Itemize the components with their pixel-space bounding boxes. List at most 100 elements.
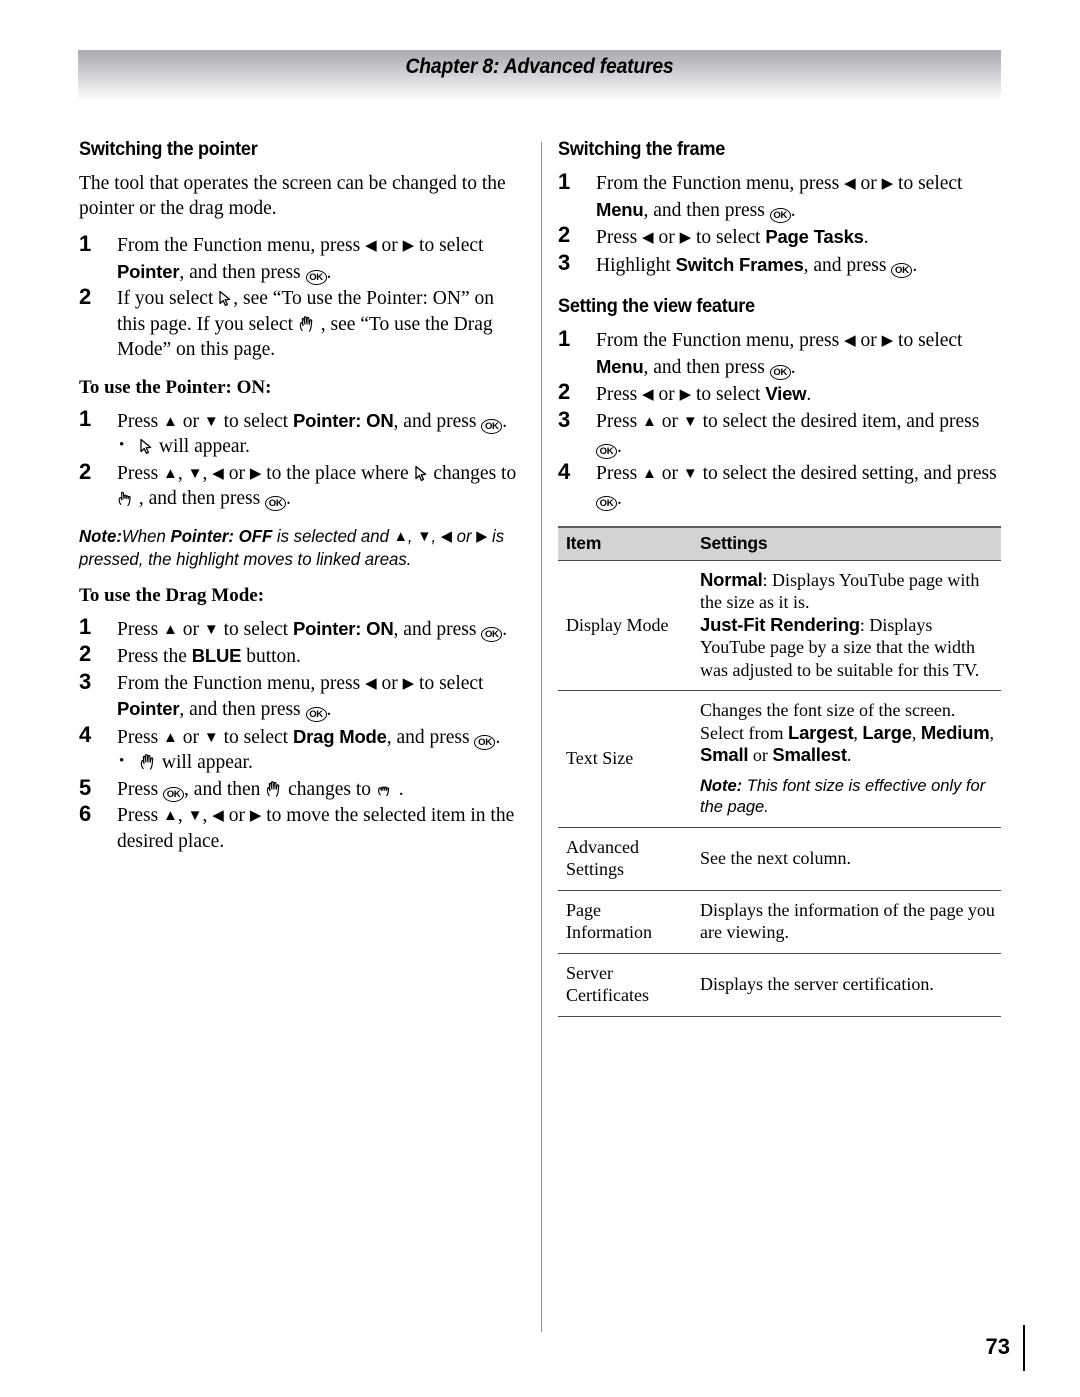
down-arrow-icon: ▼ bbox=[203, 729, 219, 746]
right-arrow-icon: ▶ bbox=[402, 675, 415, 692]
page-number: 73 bbox=[985, 1334, 1010, 1359]
step-item: 1 From the Function menu, press ◀ or ▶ t… bbox=[558, 326, 963, 380]
grab-hand-icon bbox=[377, 785, 390, 796]
ok-key-icon: OK bbox=[163, 786, 185, 802]
intro-paragraph: The tool that operates the screen can be… bbox=[79, 173, 506, 219]
right-arrow-icon: ▶ bbox=[679, 230, 692, 246]
step-number: 1 bbox=[79, 613, 92, 639]
table-note: Note: This font size is effective only f… bbox=[700, 776, 997, 818]
table-row: Display Mode Normal: Displays YouTube pa… bbox=[558, 559, 1001, 691]
chapter-header-banner: Chapter 8: Advanced features bbox=[78, 50, 1001, 102]
ok-key-icon: OK bbox=[769, 207, 791, 223]
step-number: 1 bbox=[79, 231, 92, 256]
step-number: 1 bbox=[558, 326, 571, 351]
ok-key-icon: OK bbox=[891, 262, 913, 278]
step-item: 2 Press ◀ or ▶ to select Page Tasks. bbox=[558, 222, 869, 248]
left-arrow-icon: ◀ bbox=[212, 465, 224, 482]
table-cell-settings: Displays the server certification. bbox=[692, 952, 1001, 1017]
open-hand-icon bbox=[140, 754, 154, 770]
bullet-item: will appear. bbox=[117, 749, 522, 776]
step-bullet-list: will appear. bbox=[117, 433, 522, 460]
steps-drag-mode: 1 Press ▲ or ▼ to select Pointer: ON, an… bbox=[79, 613, 522, 855]
label-switch-frames: Switch Frames bbox=[675, 253, 804, 275]
note-bold-pointer-off: Pointer: OFF bbox=[170, 525, 273, 546]
view-settings-table: Item Settings Display Mode Normal: Displ… bbox=[558, 525, 1001, 1017]
up-arrow-icon: ▲ bbox=[642, 465, 657, 482]
label-pointer-on: Pointer: ON bbox=[292, 409, 394, 431]
table-cell-settings: Changes the font size of the screen. Sel… bbox=[692, 690, 1001, 827]
note-text-1: When bbox=[121, 525, 171, 546]
up-arrow-icon: ▲ bbox=[163, 413, 178, 430]
note-text: This font size is effective only for the… bbox=[700, 776, 986, 816]
setting-description: Changes the font size of the screen. Sel… bbox=[700, 700, 995, 765]
note-pointer-off: Note:When Pointer: OFF is selected and ▲… bbox=[79, 525, 505, 569]
step-item: 2 Press ◀ or ▶ to select View. bbox=[558, 379, 812, 405]
pointer-arrow-icon bbox=[219, 290, 231, 307]
step-item: 1 From the Function menu, press ◀ or ▶ t… bbox=[558, 169, 963, 223]
label-blue-button: BLUE bbox=[191, 645, 242, 666]
column-divider-rule bbox=[541, 142, 542, 1332]
right-arrow-icon: ▶ bbox=[881, 176, 894, 192]
step-item: 2 Press the BLUE button. bbox=[79, 641, 301, 667]
table-row: Text Size Changes the font size of the s… bbox=[558, 690, 1001, 827]
step-item: 3 From the Function menu, press ◀ or ▶ t… bbox=[79, 668, 484, 722]
table-cell-item: Text Size bbox=[558, 690, 692, 827]
ok-key-icon: OK bbox=[481, 418, 503, 434]
open-hand-icon bbox=[299, 315, 313, 332]
step-item: 4 Press ▲ or ▼ to select the desired set… bbox=[558, 458, 997, 511]
step-number: 4 bbox=[79, 721, 92, 747]
heading-to-use-the-drag-mode: To use the Drag Mode: bbox=[79, 584, 265, 606]
table-cell-settings: See the next column. bbox=[692, 826, 1001, 890]
setting-option: Just-Fit Rendering: Displays YouTube pag… bbox=[700, 614, 997, 682]
note-label: Note: bbox=[79, 525, 122, 546]
note-label: Note: bbox=[700, 776, 743, 795]
ok-key-icon: OK bbox=[769, 364, 791, 380]
chapter-title: Chapter 8: Advanced features bbox=[405, 55, 674, 78]
step-item: 1 From the Function menu, press ◀ or ▶ t… bbox=[79, 231, 484, 285]
left-arrow-icon: ◀ bbox=[365, 675, 377, 692]
pointer-arrow-icon bbox=[414, 465, 426, 481]
table-cell-item: Server Certificates bbox=[558, 952, 692, 1017]
setting-option: Normal: Displays YouTube page with the s… bbox=[700, 569, 997, 614]
label-menu: Menu bbox=[596, 198, 644, 220]
down-arrow-icon: ▼ bbox=[203, 413, 219, 430]
step-item: 2 Press ▲, ▼, ◀ or ▶ to the place where … bbox=[79, 458, 517, 511]
size-option-smallest: Smallest bbox=[772, 744, 847, 765]
label-pointer-on: Pointer: ON bbox=[292, 617, 394, 639]
down-arrow-icon: ▼ bbox=[682, 465, 698, 482]
step-number: 1 bbox=[558, 169, 571, 194]
size-option-medium: Medium bbox=[920, 721, 990, 743]
step-number: 5 bbox=[79, 774, 92, 800]
label-menu: Menu bbox=[596, 355, 644, 377]
table-cell-item: Advanced Settings bbox=[558, 826, 692, 890]
size-option-small: Small bbox=[700, 744, 749, 765]
ok-key-icon: OK bbox=[305, 707, 327, 722]
down-arrow-icon: ▼ bbox=[417, 527, 432, 545]
steps-pointer-on: 1 Press ▲ or ▼ to select Pointer: ON, an… bbox=[79, 406, 522, 512]
down-arrow-icon: ▼ bbox=[187, 465, 203, 482]
down-arrow-icon: ▼ bbox=[203, 621, 219, 638]
step-number: 2 bbox=[79, 458, 92, 484]
left-arrow-icon: ◀ bbox=[212, 808, 224, 824]
heading-switching-the-frame: Switching the frame bbox=[558, 138, 726, 160]
step-item: 6 Press ▲, ▼, ◀ or ▶ to move the selecte… bbox=[79, 801, 515, 852]
option-name-normal: Normal bbox=[700, 568, 763, 590]
right-arrow-icon: ▶ bbox=[249, 465, 262, 482]
table-cell-item: Display Mode bbox=[558, 559, 692, 691]
step-item: 3 Highlight Switch Frames, and press OK. bbox=[558, 249, 918, 278]
ok-key-icon: OK bbox=[596, 496, 617, 511]
step-item: 2 If you select , see “To use the Pointe… bbox=[79, 284, 495, 360]
right-arrow-icon: ▶ bbox=[402, 238, 415, 254]
step-item: 4 Press ▲ or ▼ to select Drag Mode, and … bbox=[79, 721, 522, 776]
table-row: Advanced Settings See the next column. bbox=[558, 826, 1001, 890]
up-arrow-icon: ▲ bbox=[163, 621, 178, 638]
pointer-arrow-icon bbox=[140, 438, 152, 455]
open-hand-icon bbox=[267, 780, 280, 797]
step-number: 3 bbox=[558, 249, 571, 275]
label-page-tasks: Page Tasks bbox=[765, 226, 864, 247]
step-number: 2 bbox=[558, 222, 571, 247]
size-option-largest: Largest bbox=[787, 721, 854, 743]
bullet-item: will appear. bbox=[117, 433, 522, 460]
column-header-settings: Settings bbox=[692, 525, 1001, 560]
pointing-hand-icon bbox=[118, 491, 131, 506]
